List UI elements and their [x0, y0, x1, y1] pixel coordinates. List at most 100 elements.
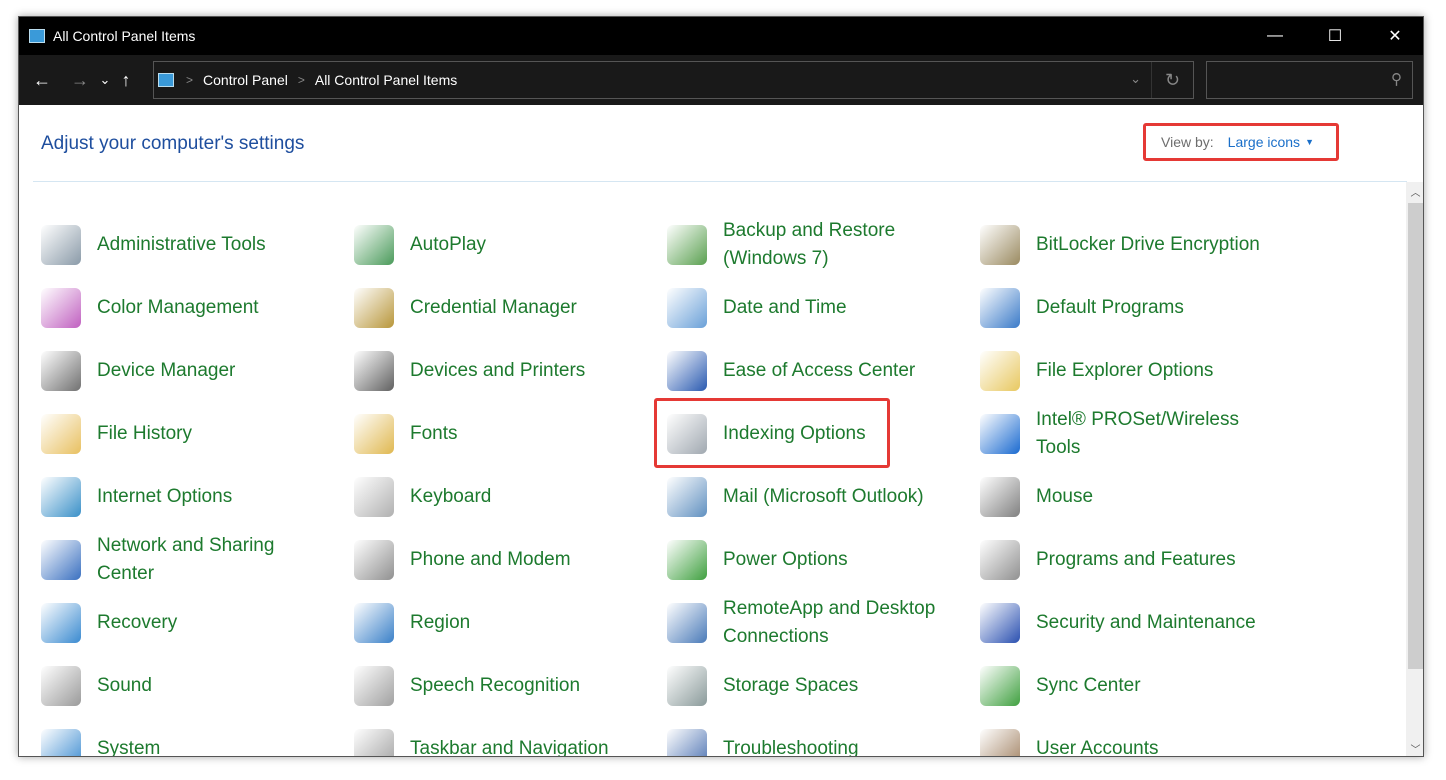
control-panel-icon: [158, 73, 174, 87]
administrative-tools-icon: [41, 224, 81, 265]
control-panel-item[interactable]: Sound: [41, 654, 354, 717]
control-panel-item[interactable]: Backup and Restore (Windows 7): [667, 213, 980, 276]
control-panel-item[interactable]: File History: [41, 402, 354, 465]
item-label[interactable]: Region: [410, 609, 470, 637]
item-label[interactable]: BitLocker Drive Encryption: [1036, 231, 1260, 259]
item-label[interactable]: Credential Manager: [410, 294, 577, 322]
vertical-scrollbar[interactable]: ︿ ﹀: [1406, 182, 1423, 756]
control-panel-item[interactable]: Security and Maintenance: [980, 591, 1293, 654]
control-panel-item[interactable]: Ease of Access Center: [667, 339, 980, 402]
item-label[interactable]: Recovery: [97, 609, 177, 637]
control-panel-item[interactable]: Phone and Modem: [354, 528, 667, 591]
item-label[interactable]: RemoteApp and Desktop Connections: [723, 595, 953, 651]
control-panel-item[interactable]: Storage Spaces: [667, 654, 980, 717]
control-panel-item[interactable]: Recovery: [41, 591, 354, 654]
up-button[interactable]: ↑: [115, 70, 137, 91]
control-panel-item[interactable]: Mail (Microsoft Outlook): [667, 465, 980, 528]
address-field[interactable]: > Control Panel > All Control Panel Item…: [153, 61, 1194, 99]
item-label[interactable]: File Explorer Options: [1036, 357, 1213, 385]
item-label[interactable]: Storage Spaces: [723, 672, 858, 700]
control-panel-item[interactable]: Color Management: [41, 276, 354, 339]
control-panel-item[interactable]: Mouse: [980, 465, 1293, 528]
control-panel-item[interactable]: Administrative Tools: [41, 213, 354, 276]
control-panel-item[interactable]: Taskbar and Navigation: [354, 717, 667, 757]
control-panel-item[interactable]: Programs and Features: [980, 528, 1293, 591]
control-panel-item[interactable]: Indexing Options: [654, 398, 980, 468]
refresh-button[interactable]: ↻: [1151, 62, 1193, 98]
item-label[interactable]: Device Manager: [97, 357, 235, 385]
search-input[interactable]: ⚲: [1206, 61, 1413, 99]
item-label[interactable]: Speech Recognition: [410, 672, 580, 700]
control-panel-item[interactable]: Keyboard: [354, 465, 667, 528]
control-panel-item[interactable]: Devices and Printers: [354, 339, 667, 402]
control-panel-item[interactable]: Fonts: [354, 402, 667, 465]
control-panel-item[interactable]: AutoPlay: [354, 213, 667, 276]
item-label[interactable]: Network and Sharing Center: [97, 532, 327, 588]
breadcrumb-control-panel[interactable]: Control Panel: [203, 72, 288, 88]
chevron-down-icon[interactable]: ⌄: [1130, 71, 1141, 87]
control-panel-item[interactable]: Credential Manager: [354, 276, 667, 339]
view-by-control[interactable]: View by: Large icons ▼: [1143, 123, 1339, 161]
control-panel-item[interactable]: Intel® PROSet/Wireless Tools: [980, 402, 1293, 465]
control-panel-item[interactable]: Date and Time: [667, 276, 980, 339]
item-label[interactable]: AutoPlay: [410, 231, 486, 259]
autoplay-icon: [354, 224, 394, 265]
item-label[interactable]: System: [97, 735, 160, 757]
control-panel-item[interactable]: Troubleshooting: [667, 717, 980, 757]
file-explorer-options-icon: [980, 350, 1020, 391]
item-label[interactable]: Taskbar and Navigation: [410, 735, 609, 757]
control-panel-item[interactable]: Region: [354, 591, 667, 654]
minimize-button[interactable]: —: [1245, 17, 1305, 55]
control-panel-item[interactable]: Internet Options: [41, 465, 354, 528]
scroll-down-button[interactable]: ﹀: [1406, 741, 1423, 756]
control-panel-item[interactable]: User Accounts: [980, 717, 1293, 757]
item-label[interactable]: File History: [97, 420, 192, 448]
item-label[interactable]: Intel® PROSet/Wireless Tools: [1036, 406, 1266, 462]
file-history-icon: [41, 413, 81, 454]
recovery-icon: [41, 602, 81, 643]
item-label[interactable]: Ease of Access Center: [723, 357, 915, 385]
close-button[interactable]: ✕: [1365, 17, 1423, 55]
item-label[interactable]: Mouse: [1036, 483, 1093, 511]
item-label[interactable]: Security and Maintenance: [1036, 609, 1256, 637]
item-label[interactable]: Administrative Tools: [97, 231, 266, 259]
item-label[interactable]: Color Management: [97, 294, 259, 322]
devices-and-printers-icon: [354, 350, 394, 391]
item-label[interactable]: Backup and Restore (Windows 7): [723, 217, 953, 273]
back-button[interactable]: ←: [27, 70, 57, 91]
control-panel-item[interactable]: Sync Center: [980, 654, 1293, 717]
forward-button[interactable]: →: [65, 70, 95, 91]
item-label[interactable]: Internet Options: [97, 483, 232, 511]
item-label[interactable]: Phone and Modem: [410, 546, 571, 574]
maximize-button[interactable]: ☐: [1305, 17, 1365, 55]
item-label[interactable]: Troubleshooting: [723, 735, 859, 757]
item-label[interactable]: Power Options: [723, 546, 848, 574]
item-label[interactable]: Sound: [97, 672, 152, 700]
recent-locations-button[interactable]: ⌄: [95, 72, 115, 88]
item-label[interactable]: Fonts: [410, 420, 458, 448]
item-label[interactable]: User Accounts: [1036, 735, 1159, 757]
intel-proset-wireless-tools-icon: [980, 413, 1020, 454]
item-label[interactable]: Default Programs: [1036, 294, 1184, 322]
scroll-thumb[interactable]: [1408, 203, 1423, 669]
view-by-dropdown[interactable]: Large icons: [1228, 134, 1300, 150]
item-label[interactable]: Programs and Features: [1036, 546, 1236, 574]
title-bar: All Control Panel Items — ☐ ✕: [19, 17, 1423, 55]
item-label[interactable]: Keyboard: [410, 483, 491, 511]
control-panel-item[interactable]: File Explorer Options: [980, 339, 1293, 402]
control-panel-item[interactable]: BitLocker Drive Encryption: [980, 213, 1293, 276]
control-panel-item[interactable]: Device Manager: [41, 339, 354, 402]
control-panel-item[interactable]: Network and Sharing Center: [41, 528, 354, 591]
item-label[interactable]: Mail (Microsoft Outlook): [723, 483, 924, 511]
scroll-up-button[interactable]: ︿: [1406, 184, 1423, 199]
control-panel-item[interactable]: Speech Recognition: [354, 654, 667, 717]
control-panel-item[interactable]: Power Options: [667, 528, 980, 591]
control-panel-item[interactable]: RemoteApp and Desktop Connections: [667, 591, 980, 654]
item-label[interactable]: Sync Center: [1036, 672, 1141, 700]
item-label[interactable]: Date and Time: [723, 294, 847, 322]
sound-icon: [41, 665, 81, 706]
breadcrumb-all-items[interactable]: All Control Panel Items: [315, 72, 457, 88]
item-label[interactable]: Devices and Printers: [410, 357, 585, 385]
control-panel-item[interactable]: System: [41, 717, 354, 757]
control-panel-item[interactable]: Default Programs: [980, 276, 1293, 339]
